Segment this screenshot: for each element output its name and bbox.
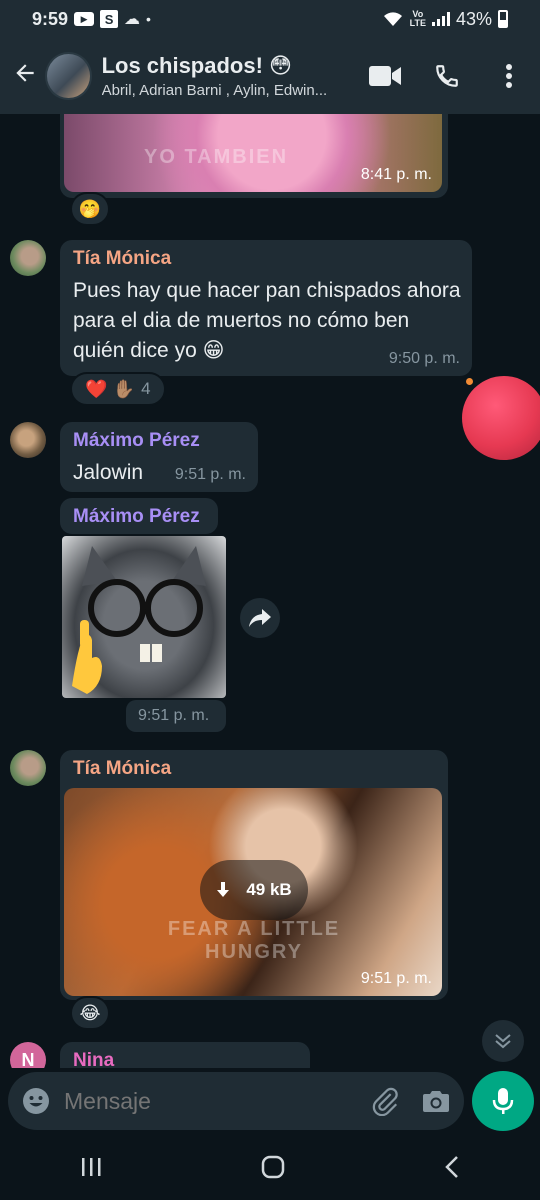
mic-button[interactable]	[472, 1071, 534, 1131]
time-pill: 9:51 p. m.	[126, 700, 226, 732]
reaction-emoji: 😂	[79, 1002, 101, 1023]
notification-dot-icon: •	[146, 11, 151, 27]
download-icon	[217, 882, 230, 897]
chat-area[interactable]: YO TAMBIEN 8:41 p. m. 🤭 Tía Mónica Pues …	[0, 114, 540, 1068]
mic-icon	[492, 1088, 514, 1114]
emoji-icon[interactable]	[22, 1087, 50, 1115]
youtube-icon: ▶	[74, 12, 95, 26]
avatar-letter: N	[21, 1049, 35, 1069]
group-title: Los chispados! 😳	[101, 53, 292, 78]
camera-icon[interactable]	[422, 1089, 450, 1113]
avatar[interactable]	[10, 240, 46, 276]
floating-bubble[interactable]	[462, 376, 540, 460]
sticker-art	[72, 546, 206, 694]
message-input[interactable]	[64, 1087, 370, 1115]
recent-apps-icon[interactable]	[80, 1156, 102, 1178]
group-members: Abril, Adrian Barni , Aylin, Edwin...	[101, 82, 328, 99]
timestamp: 9:51 p. m.	[174, 466, 246, 483]
sender-name: Máximo Pérez	[73, 430, 200, 451]
chat-header: Los chispados! 😳 Abril, Adrian Barni , A…	[0, 38, 540, 114]
forward-button[interactable]	[240, 598, 280, 638]
avatar[interactable]: N	[10, 1042, 46, 1068]
text-message[interactable]: Nina	[60, 1042, 310, 1068]
blurred-image[interactable]: YO TAMBIEN 8:41 p. m.	[64, 114, 442, 192]
blurred-gif[interactable]: FEAR A LITTLE HUNGRY 49 kB 9:51 p. m.	[64, 788, 442, 996]
gif-message[interactable]: Tía Mónica FEAR A LITTLE HUNGRY 49 kB 9:…	[60, 750, 448, 1000]
group-info[interactable]: Los chispados! 😳 Abril, Adrian Barni , A…	[102, 53, 354, 99]
sender-name: Nina	[73, 1050, 115, 1068]
reaction-badge[interactable]: ❤️ ✋🏽 4	[70, 372, 166, 406]
timestamp: 9:51 p. m.	[360, 970, 432, 987]
forward-icon	[249, 609, 271, 627]
signal-icon	[431, 12, 450, 26]
avatar[interactable]	[10, 750, 46, 786]
s-app-icon: S	[100, 10, 119, 28]
timestamp: 9:51 p. m.	[138, 707, 210, 724]
composer-bar	[0, 1068, 540, 1134]
message-input-container	[8, 1072, 464, 1130]
reaction-badge[interactable]: 😂	[70, 996, 110, 1030]
back-nav-icon[interactable]	[444, 1155, 460, 1179]
image-caption: YO TAMBIEN	[144, 146, 289, 168]
download-button[interactable]: 49 kB	[200, 860, 308, 920]
home-icon[interactable]	[261, 1155, 285, 1179]
attach-icon[interactable]	[370, 1086, 400, 1116]
cloud-icon: ☁	[124, 11, 141, 28]
message-text: Jalowin	[73, 461, 144, 484]
image-message[interactable]: YO TAMBIEN 8:41 p. m.	[60, 114, 448, 198]
battery-percent: 43%	[455, 8, 492, 29]
timestamp: 9:50 p. m.	[388, 350, 460, 367]
wifi-icon	[383, 12, 402, 26]
battery-icon	[498, 10, 508, 28]
system-nav-bar	[0, 1134, 540, 1200]
double-chevron-down-icon	[495, 1034, 511, 1049]
text-message[interactable]: Tía Mónica Pues hay que hacer pan chispa…	[60, 240, 472, 376]
group-avatar[interactable]	[44, 52, 92, 100]
more-vert-icon[interactable]	[478, 63, 540, 89]
notification-dot-icon	[466, 378, 473, 385]
status-bar: 9:59 ▶ S ☁ • Vo LTE 43%	[0, 0, 540, 38]
download-size: 49 kB	[246, 880, 292, 899]
back-arrow-icon[interactable]	[6, 60, 45, 93]
sender-name: Máximo Pérez	[73, 506, 200, 527]
sender-label: Máximo Pérez	[60, 498, 218, 534]
status-time: 9:59	[32, 8, 69, 29]
sender-name: Tía Mónica	[73, 248, 172, 269]
reaction-emoji: ❤️ ✋🏽	[85, 378, 136, 399]
phone-icon[interactable]	[416, 63, 478, 89]
timestamp: 8:41 p. m.	[360, 166, 432, 183]
gif-caption: FEAR A LITTLE HUNGRY	[167, 918, 341, 963]
video-call-icon[interactable]	[354, 65, 416, 87]
text-message[interactable]: Máximo Pérez Jalowin 9:51 p. m.	[60, 422, 258, 492]
sender-name: Tía Mónica	[73, 758, 172, 779]
reaction-badge[interactable]: 🤭	[70, 192, 110, 226]
cat-sticker[interactable]	[62, 536, 226, 698]
volte-bottom-label: LTE	[409, 18, 426, 28]
scroll-down-button[interactable]	[482, 1020, 524, 1062]
reaction-count: 4	[141, 379, 151, 398]
reaction-emoji: 🤭	[78, 198, 102, 219]
avatar[interactable]	[10, 422, 46, 458]
volte-icon: Vo LTE	[410, 10, 426, 28]
